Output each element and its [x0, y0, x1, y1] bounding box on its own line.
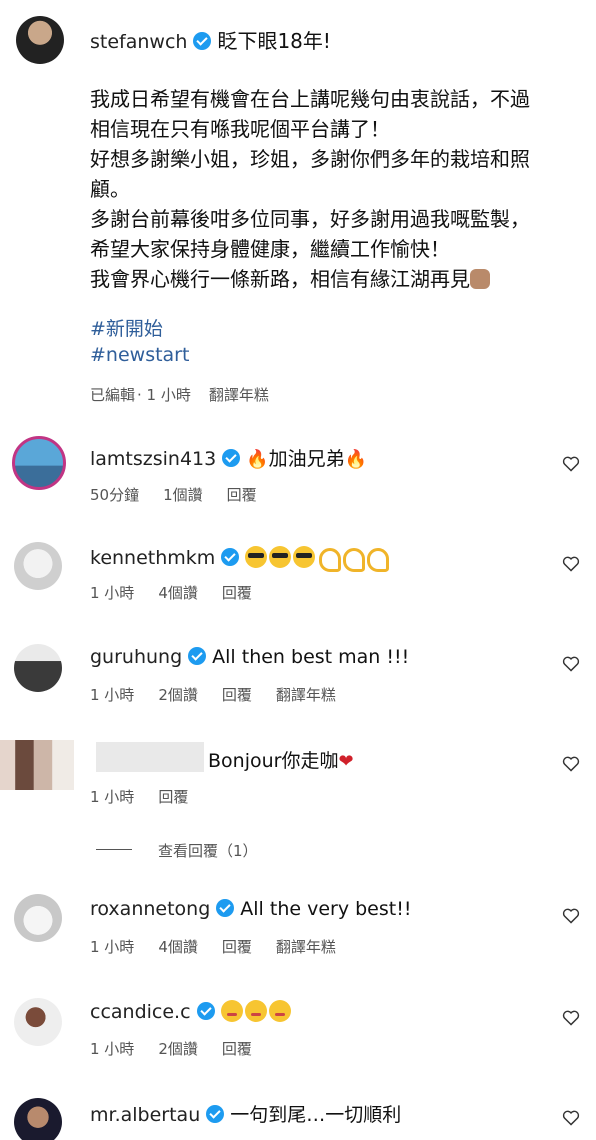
comment-time: 1 小時: [90, 584, 135, 602]
comment-likes[interactable]: 4個讚: [158, 938, 198, 956]
comment-item: lamtszsin413 🔥加油兄弟🔥 50分鐘 1個讚 回覆: [0, 436, 596, 536]
comment-text: 加油兄弟: [268, 448, 345, 470]
blurred-username: [96, 742, 204, 772]
reply-button[interactable]: 回覆: [222, 686, 252, 704]
verified-icon: [221, 548, 240, 566]
fire-emoji-icon: 🔥: [344, 449, 368, 470]
commenter-avatar[interactable]: [14, 894, 62, 942]
verified-icon: [206, 1105, 225, 1123]
verified-icon: [196, 1002, 215, 1020]
post-headline: 眨下眼18年!: [217, 29, 331, 53]
red-heart-emoji-icon: ❤: [338, 751, 354, 772]
sunglasses-emoji-icon: [245, 546, 268, 568]
commenter-username[interactable]: kennethmkm: [90, 547, 215, 569]
sunglasses-emoji-icon: [293, 546, 316, 568]
comment-likes[interactable]: 1個讚: [163, 486, 203, 504]
translate-link[interactable]: 翻譯年糕: [276, 686, 336, 704]
commenter-avatar[interactable]: [12, 436, 66, 490]
post-line: 顧。: [90, 177, 130, 201]
comment-time: 1 小時: [90, 686, 135, 704]
comment-time: 1 小時: [90, 788, 135, 806]
reply-button[interactable]: 回覆: [222, 584, 252, 602]
comment-item: kennethmkm 1 小時 4個讚 回覆: [0, 538, 596, 638]
commenter-username[interactable]: lamtszsin413: [90, 448, 216, 470]
post-line: 多謝台前幕後咁多位同事，好多謝用過我嘅監製，: [90, 207, 530, 231]
flexed-biceps-emoji-icon: [365, 546, 390, 572]
commenter-username[interactable]: ccandice.c: [90, 1001, 191, 1023]
like-heart-icon[interactable]: [562, 1110, 580, 1126]
like-heart-icon[interactable]: [562, 556, 580, 572]
comment-item: roxannetong All the very best!! 1 小時 4個讚 回覆…: [0, 892, 596, 992]
post-line: 我成日希望有機會在台上講呢幾句由衷說話，不過: [90, 87, 530, 111]
sunglasses-emoji-icon: [269, 546, 292, 568]
comment-likes[interactable]: 2個讚: [158, 1040, 198, 1058]
comment-likes[interactable]: 4個讚: [158, 584, 198, 602]
post-body: 我成日希望有機會在台上講呢幾句由衷說話，不過 相信現在只有喺我呢個平台講了！ 好…: [90, 84, 570, 294]
blurred-avatar: [0, 740, 74, 790]
like-heart-icon[interactable]: [562, 1010, 580, 1026]
comment-time: 1 小時: [90, 1040, 135, 1058]
reply-button[interactable]: 回覆: [158, 788, 188, 806]
post-author-avatar[interactable]: [16, 16, 64, 64]
like-heart-icon[interactable]: [562, 456, 580, 472]
comment-text: 一句到尾…一切順利: [230, 1104, 402, 1126]
post-line: 希望大家保持身體健康，繼續工作愉快！: [90, 237, 450, 261]
commenter-username[interactable]: mr.albertau: [90, 1104, 200, 1126]
comment-item: ccandice.c 1 小時 2個讚 回覆: [0, 994, 596, 1094]
comment-item: guruhung All then best man !!! 1 小時 2個讚 回覆 翻…: [0, 640, 596, 740]
commenter-avatar[interactable]: [14, 644, 62, 692]
translate-link[interactable]: 翻譯年糕: [209, 386, 269, 404]
comment-time: 1 小時: [90, 938, 135, 956]
verified-icon: [188, 647, 207, 665]
comment-likes[interactable]: 2個讚: [158, 686, 198, 704]
post-line: 我會界心機行一條新路，相信有緣江湖再見: [90, 267, 470, 291]
verified-icon: [216, 899, 235, 917]
fist-bump-emoji-icon: [470, 269, 490, 289]
comment-time: 50分鐘: [90, 486, 140, 504]
replies-divider: [96, 849, 132, 850]
kissing-emoji-icon: [220, 1000, 243, 1022]
like-heart-icon[interactable]: [562, 756, 580, 772]
reply-button[interactable]: 回覆: [227, 486, 257, 504]
like-heart-icon[interactable]: [562, 908, 580, 924]
fire-emoji-icon: 🔥: [246, 449, 269, 470]
flexed-biceps-emoji-icon: [317, 546, 342, 572]
verified-icon: [222, 449, 241, 467]
comment-text: Bonjour你走咖: [208, 750, 339, 772]
view-replies-button[interactable]: 查看回覆（1）: [158, 840, 258, 861]
reply-button[interactable]: 回覆: [222, 938, 252, 956]
reply-button[interactable]: 回覆: [222, 1040, 252, 1058]
hashtag-link[interactable]: #新開始: [90, 314, 163, 341]
kissing-emoji-icon: [244, 1000, 267, 1022]
flexed-biceps-emoji-icon: [341, 546, 366, 572]
comment-item: mr.albertau 一句到尾…一切順利: [0, 1094, 596, 1140]
post-author-username[interactable]: stefanwch: [90, 31, 187, 53]
post-line: 好想多謝樂小姐，珍姐，多謝你們多年的栽培和照: [90, 147, 530, 171]
translate-link[interactable]: 翻譯年糕: [276, 938, 336, 956]
comment-item: Bonjour你走咖❤ 1 小時 回覆: [0, 740, 596, 840]
post-meta: 已編輯 · 1 小時 翻譯年糕: [90, 384, 287, 405]
post-time: · 1 小時: [137, 386, 191, 404]
commenter-avatar[interactable]: [14, 998, 62, 1046]
comment-text: All the very best!!: [240, 898, 412, 920]
post-line: 相信現在只有喺我呢個平台講了！: [90, 117, 390, 141]
commenter-avatar[interactable]: [14, 542, 62, 590]
commenter-username[interactable]: roxannetong: [90, 898, 210, 920]
verified-icon: [193, 32, 212, 50]
comment-text: All then best man !!!: [212, 646, 410, 668]
commenter-avatar[interactable]: [14, 1098, 62, 1140]
hashtag-link[interactable]: #newstart: [90, 344, 189, 366]
edited-label: 已編輯: [90, 386, 136, 404]
like-heart-icon[interactable]: [562, 656, 580, 672]
commenter-username[interactable]: guruhung: [90, 646, 182, 668]
kissing-emoji-icon: [268, 1000, 291, 1022]
